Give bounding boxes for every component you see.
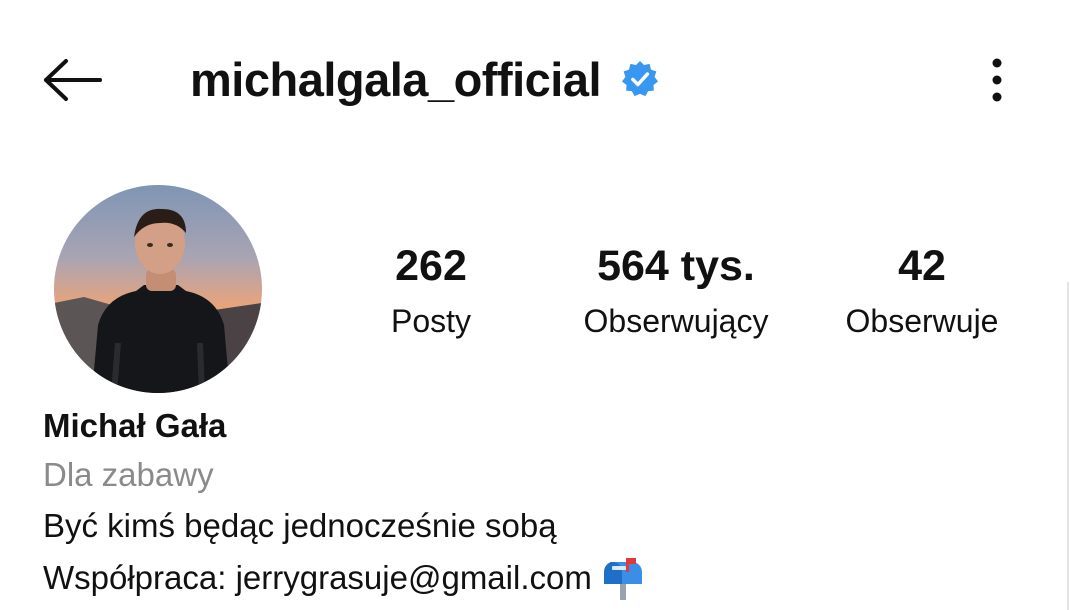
back-button[interactable] bbox=[38, 52, 108, 108]
bio-text: Być kimś będąc jednocześnie sobą bbox=[43, 507, 557, 544]
scrollbar-edge bbox=[1067, 282, 1069, 610]
posts-count[interactable]: 262 Posty bbox=[370, 240, 492, 344]
profile-header: michalgala_official bbox=[0, 0, 1070, 150]
following-number: 42 bbox=[898, 242, 946, 290]
profile-screen: michalgala_official 262 Posty 564 tys. O… bbox=[0, 0, 1070, 610]
more-vertical-icon bbox=[992, 58, 1002, 102]
followers-label: Obserwujący bbox=[583, 303, 769, 339]
profile-name: Michał Gała bbox=[43, 407, 227, 444]
following-count[interactable]: 42 Obserwuje bbox=[826, 240, 1018, 344]
following-label: Obserwuje bbox=[845, 303, 999, 339]
followers-count[interactable]: 564 tys. Obserwujący bbox=[560, 240, 792, 344]
more-options-button[interactable] bbox=[972, 52, 1022, 108]
avatar[interactable] bbox=[54, 185, 262, 393]
arrow-left-icon bbox=[44, 59, 102, 101]
bio-section: Michał Gała Dla zabawy Być kimś będąc je… bbox=[43, 402, 1043, 604]
username-row: michalgala_official bbox=[190, 44, 659, 114]
posts-label: Posty bbox=[390, 303, 472, 339]
posts-number: 262 bbox=[395, 242, 467, 290]
followers-number: 564 tys. bbox=[597, 242, 755, 290]
mailbox-icon bbox=[602, 556, 644, 600]
bio-contact-text: Współpraca: jerrygrasuje@gmail.com bbox=[43, 559, 592, 596]
username: michalgala_official bbox=[190, 52, 602, 106]
profile-category: Dla zabawy bbox=[43, 456, 214, 493]
bio-contact-line: Współpraca: jerrygrasuje@gmail.com bbox=[43, 552, 1043, 604]
bio-line: Być kimś będąc jednocześnie sobą bbox=[43, 500, 1043, 552]
verified-badge-icon bbox=[621, 60, 659, 98]
